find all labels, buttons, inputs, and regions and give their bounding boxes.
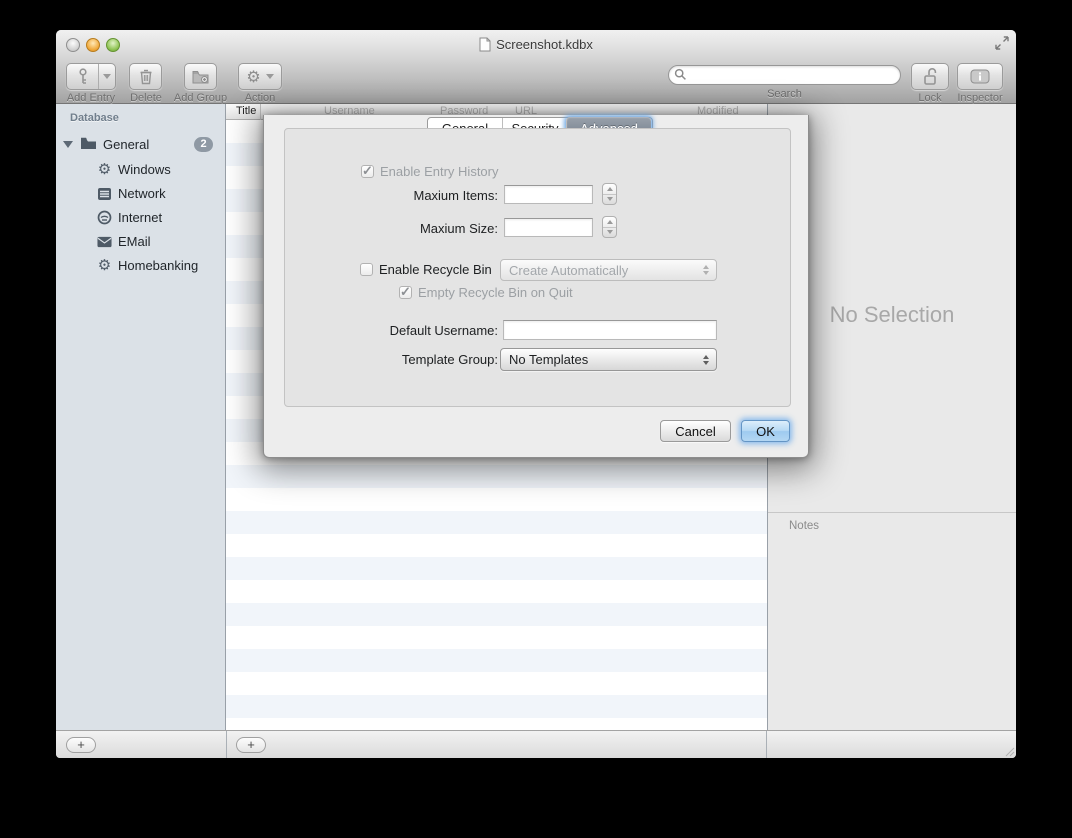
stepper-down-icon[interactable] xyxy=(603,195,616,205)
default-username-label: Default Username: xyxy=(324,323,498,338)
add-group-button[interactable] xyxy=(184,63,217,90)
title-bar: Screenshot.kdbx Add Entry xyxy=(56,30,1016,104)
popup-arrows-icon xyxy=(703,260,709,280)
sidebar-item-label: EMail xyxy=(118,234,151,249)
recycle-bin-mode-popup[interactable]: Create Automatically xyxy=(500,259,717,281)
folder-icon xyxy=(80,136,97,150)
resize-grip[interactable] xyxy=(1003,745,1015,757)
fullscreen-arrows-icon[interactable] xyxy=(994,35,1010,51)
stepper-up-icon[interactable] xyxy=(603,184,616,195)
add-entry-label: Add Entry xyxy=(66,92,116,104)
default-username-field[interactable] xyxy=(503,320,717,340)
document-icon xyxy=(479,37,491,52)
gear-icon: ⚙ xyxy=(97,162,112,177)
enable-entry-history-label: Enable Entry History xyxy=(380,164,499,179)
sidebar-item-label: Windows xyxy=(118,162,171,177)
enable-recycle-bin-checkbox[interactable] xyxy=(360,263,373,276)
ok-button[interactable]: OK xyxy=(741,420,790,442)
sidebar-item-windows[interactable]: ⚙ Windows xyxy=(56,158,225,182)
lock-button[interactable] xyxy=(911,63,949,90)
search-field-wrap xyxy=(668,65,901,85)
envelope-icon xyxy=(97,234,112,249)
stepper-up-icon[interactable] xyxy=(603,217,616,228)
add-group-plus-button[interactable]: + xyxy=(66,737,96,753)
template-group-label: Template Group: xyxy=(324,352,498,367)
add-entry-plus-button[interactable]: + xyxy=(236,737,266,753)
toolbar: Add Entry Delete xyxy=(56,62,1016,104)
popup-arrows-icon xyxy=(703,349,709,370)
maxium-size-stepper[interactable] xyxy=(602,216,617,238)
checkmark-icon: ✓ xyxy=(400,284,411,300)
lock-open-icon xyxy=(922,68,938,86)
inspector-divider xyxy=(768,512,1016,513)
search-label: Search xyxy=(668,88,901,100)
search-input[interactable] xyxy=(668,65,901,85)
sidebar-item-label: Internet xyxy=(118,210,162,225)
popup-value: No Templates xyxy=(509,352,588,367)
empty-recycle-bin-checkbox[interactable]: ✓ xyxy=(399,286,412,299)
column-header-title[interactable]: Title xyxy=(236,105,256,117)
stepper-down-icon[interactable] xyxy=(603,228,616,238)
maxium-items-stepper[interactable] xyxy=(602,183,617,205)
sidebar-item-label: Network xyxy=(118,186,166,201)
sidebar-item-homebanking[interactable]: ⚙ Homebanking xyxy=(56,254,225,278)
key-icon xyxy=(67,68,98,85)
add-group-label: Add Group xyxy=(164,92,237,104)
template-group-popup[interactable]: No Templates xyxy=(500,348,717,371)
empty-recycle-bin-label: Empty Recycle Bin on Quit xyxy=(418,285,573,300)
notes-label: Notes xyxy=(789,520,819,532)
sidebar-item-network[interactable]: Network xyxy=(56,182,225,206)
info-icon xyxy=(970,69,990,84)
dropdown-arrow-icon[interactable] xyxy=(99,74,115,79)
maxium-size-label: Maxium Size: xyxy=(324,221,498,236)
checkmark-icon: ✓ xyxy=(362,163,373,179)
folder-plus-icon xyxy=(192,70,209,84)
window-title: Screenshot.kdbx xyxy=(56,37,1016,52)
delete-button[interactable] xyxy=(129,63,162,90)
bottom-bar-divider xyxy=(226,731,227,758)
sidebar-section-header: Database xyxy=(70,112,119,124)
disclosure-triangle-icon[interactable] xyxy=(63,141,73,148)
add-entry-button[interactable] xyxy=(66,63,116,90)
app-window: Screenshot.kdbx Add Entry xyxy=(56,30,1016,758)
magnifier-icon xyxy=(674,68,687,81)
maxium-items-field[interactable] xyxy=(504,185,593,204)
inspector-button[interactable] xyxy=(957,63,1003,90)
maxium-size-field[interactable] xyxy=(504,218,593,237)
sidebar-item-internet[interactable]: Internet xyxy=(56,206,225,230)
bottom-bar-divider xyxy=(766,731,767,758)
sidebar-item-general[interactable]: General 2 xyxy=(56,133,225,157)
gear-icon: ⚙ xyxy=(97,258,112,273)
maxium-items-label: Maxium Items: xyxy=(324,188,498,203)
cancel-button[interactable]: Cancel xyxy=(660,420,731,442)
gear-icon: ⚙ xyxy=(246,69,260,85)
action-button[interactable]: ⚙ xyxy=(238,63,282,90)
popup-value: Create Automatically xyxy=(509,263,628,278)
enable-recycle-bin-label: Enable Recycle Bin xyxy=(379,262,492,277)
database-settings-sheet: General Security Advanced ✓ Enable Entry… xyxy=(263,115,809,458)
globe-icon xyxy=(97,210,112,225)
bottom-bar: + + xyxy=(56,730,1016,758)
sidebar-item-label: General xyxy=(103,137,149,152)
sidebar: Database General 2 ⚙ Windows Network xyxy=(56,104,226,730)
inspector-label: Inspector xyxy=(949,92,1011,104)
enable-entry-history-checkbox[interactable]: ✓ xyxy=(361,165,374,178)
entry-count-badge: 2 xyxy=(194,137,213,152)
sidebar-item-label: Homebanking xyxy=(118,258,198,273)
trash-icon xyxy=(139,68,153,85)
action-label: Action xyxy=(238,92,282,104)
network-icon xyxy=(97,186,112,201)
dropdown-arrow-icon xyxy=(266,74,274,79)
sidebar-item-email[interactable]: EMail xyxy=(56,230,225,254)
column-divider[interactable] xyxy=(260,104,261,120)
